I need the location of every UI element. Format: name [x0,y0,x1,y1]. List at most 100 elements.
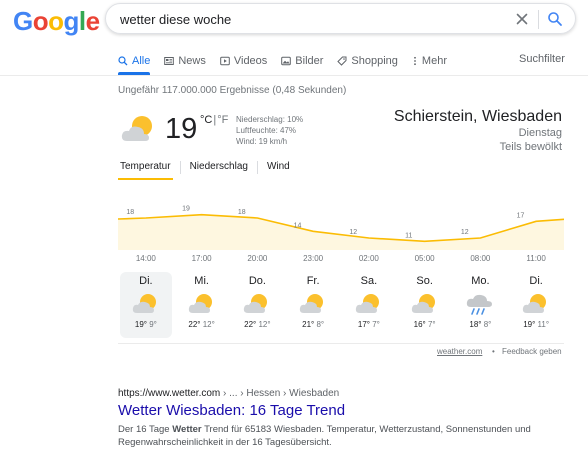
chart-time-label: 17:00 [191,254,212,263]
logo-letter: G [13,6,33,36]
partly-cloudy-icon [121,116,152,141]
chart-data-label: 18 [126,209,134,216]
daily-forecast: Di. 19° 9° Mi. 22° 12° Do. 22° 12° Fr. 21° 8° Sa… [118,272,564,338]
tab-bilder[interactable]: Bilder [281,53,323,69]
forecast-low: 8° [316,320,325,329]
wind-text: Wind: 19 km/h [236,137,288,146]
chart-data-label: 18 [238,209,246,216]
weather-source-link[interactable]: weather.com [437,347,482,356]
weather-location: Schierstein, Wiesbaden [393,108,562,125]
forecast-divider [118,343,564,344]
partly-cloudy-icon [299,294,324,313]
chart-time-label: 14:00 [135,254,156,263]
chart-time-label: 23:00 [303,254,324,263]
current-temperature: 19 [165,113,198,145]
forecast-day-name: Sa. [360,275,378,287]
tab-divider [0,75,588,76]
chart-time-label: 05:00 [414,254,435,263]
forecast-day[interactable]: Do. 22° 12° [231,272,283,338]
result-breadcrumb[interactable]: https://www.wetter.com › ... › Hessen › … [118,388,339,399]
snippet-text: Der 16 Tage [118,424,173,435]
snippet-bold: Wetter [172,424,202,435]
separator-dot: • [492,347,495,356]
tab-temperatur[interactable]: Temperatur [118,161,173,180]
unit-separator: | [213,114,217,126]
partly-cloudy-icon [411,294,435,313]
partly-cloudy-icon [522,294,547,313]
search-icon[interactable] [547,11,563,27]
rain-icon [467,294,493,315]
chart-time-label: 20:00 [247,254,268,263]
chart-time-label: 02:00 [358,254,379,263]
chart-data-label: 19 [182,206,190,213]
forecast-low: 12° [258,320,271,329]
unit-fahrenheit[interactable]: °F [217,114,228,126]
forecast-low: 7° [372,320,380,329]
tag-icon [337,56,347,66]
result-title-link[interactable]: Wetter Wiesbaden: 16 Tage Trend [118,402,345,419]
forecast-high: 19° [134,320,147,329]
forecast-day-name: Do. [248,275,266,287]
more-icon [414,56,416,66]
tab-label: Bilder [295,55,324,67]
weather-tab-divider [179,161,181,174]
unit-celsius[interactable]: °C [200,114,212,126]
tab-news[interactable]: News [164,53,206,69]
forecast-day-name: Di. [139,275,153,287]
tab-mehr[interactable]: Mehr [412,53,447,69]
chart-data-label: 11 [405,232,412,239]
tab-videos[interactable]: Videos [220,53,267,69]
partly-cloudy-icon [244,294,268,313]
temperature-chart: 18 19 18 14 12 11 12 17 [118,206,564,250]
search-input[interactable]: wetter diese woche [120,12,231,27]
forecast-high: 22° [188,320,201,329]
forecast-day[interactable]: Mo. 18° 8° [454,272,506,338]
forecast-temps: 22° 12° [231,320,283,329]
forecast-high: 22° [244,320,257,329]
forecast-day[interactable]: Sa. 17° 7° [343,272,395,338]
chart-time-label: 11:00 [526,254,546,263]
forecast-low: 8° [483,320,492,329]
tab-shopping[interactable]: Shopping [337,53,398,69]
forecast-temps: 19° 9° [120,320,172,329]
chart-data-label: 17 [517,212,525,219]
weather-tabs: Temperatur Niederschlag Wind [118,161,299,180]
suchfilter-button[interactable]: Suchfilter [519,53,565,65]
chart-data-label: 12 [349,229,357,236]
tab-niederschlag[interactable]: Niederschlag [188,161,250,174]
tab-label: Alle [132,55,151,67]
logo-letter: o [48,6,64,36]
forecast-day[interactable]: Di. 19° 9° [119,272,172,338]
feedback-link[interactable]: Feedback geben [502,347,562,356]
weather-day: Dienstag [518,127,562,139]
chart-data-label: 12 [461,229,469,236]
forecast-day[interactable]: Di. 19° 11° [510,272,562,338]
logo-letter: o [32,6,49,36]
result-stats: Ungefähr 117.000.000 Ergebnisse (0,48 Se… [118,85,347,96]
forecast-high: 19° [523,320,536,329]
forecast-low: 7° [427,320,436,329]
forecast-day[interactable]: So. 16° 7° [399,272,451,338]
chart-time-labels: 14:00 17:00 20:00 23:00 02:00 05:00 08:00 11:00 [118,254,564,266]
tab-label: Videos [233,55,268,67]
weather-condition: Teils bewölkt [499,141,562,153]
precipitation-text: Niederschlag: 10% [236,115,304,124]
result-url: https://www.wetter.com [118,388,221,399]
weather-details: Niederschlag: 10% Luftfeuchte: 47% Wind:… [236,114,303,147]
forecast-low: 12° [202,320,215,329]
humidity-text: Luftfeuchte: 47% [236,126,297,135]
google-logo[interactable]: Google [13,6,100,37]
clear-icon[interactable] [514,11,530,27]
news-icon [164,57,175,65]
tab-wind[interactable]: Wind [265,161,292,174]
weather-tab-divider [256,161,258,174]
forecast-high: 18° [469,320,482,329]
forecast-day[interactable]: Fr. 21° 8° [287,272,339,338]
tab-alle[interactable]: Alle [118,53,151,75]
chart-time-label: 08:00 [470,254,491,263]
forecast-temps: 21° 8° [287,320,339,329]
forecast-day[interactable]: Mi. 22° 12° [176,272,228,338]
logo-letter: l [78,6,86,36]
search-tabs: Alle News Videos Bilder Shopping Mehr [118,53,461,75]
search-box[interactable]: wetter diese woche [105,3,576,34]
